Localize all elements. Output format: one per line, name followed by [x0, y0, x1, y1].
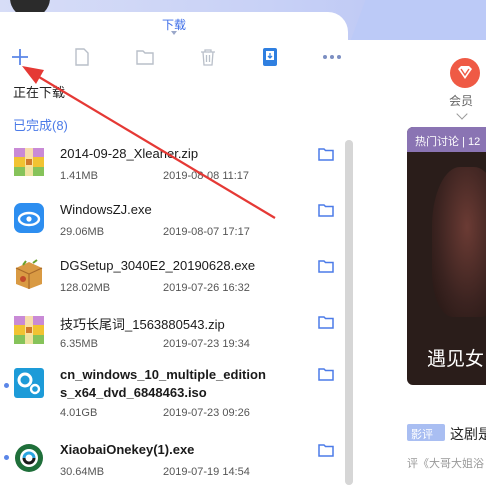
folder-icon	[136, 50, 154, 65]
exe-app-icon	[14, 203, 44, 233]
list-item[interactable]: cn_windows_10_multiple_edition s_x64_dvd…	[0, 361, 340, 425]
list-item[interactable]: 2014-09-28_Xleaner.zip 1.41MB 2019-08-08…	[0, 137, 340, 193]
add-download-button[interactable]	[8, 45, 32, 69]
review-text[interactable]: 这剧是	[450, 424, 486, 444]
section-completed[interactable]: 已完成(8)	[13, 115, 68, 134]
hot-discussion-header: 热门讨论 | 12	[407, 127, 486, 152]
xiaobai-app-icon	[15, 444, 43, 472]
file-name-line1: cn_windows_10_multiple_edition	[60, 367, 266, 382]
list-scrollbar[interactable]	[345, 140, 353, 485]
file-size: 128.02MB	[60, 282, 111, 294]
open-folder-icon[interactable]	[318, 443, 334, 457]
poster-image	[432, 167, 486, 317]
file-date: 2019-07-19 14:54	[163, 466, 250, 478]
open-folder-icon[interactable]	[318, 315, 334, 329]
setup-package-icon	[15, 259, 43, 289]
file-size: 1.41MB	[60, 170, 98, 182]
open-folder-icon[interactable]	[318, 203, 334, 217]
list-item[interactable]: 技巧长尾词_1563880543.zip 6.35MB 2019-07-23 1…	[0, 305, 340, 361]
file-name: XiaobaiOnekey(1).exe	[60, 442, 195, 457]
file-date: 2019-07-23 09:26	[163, 407, 250, 419]
file-date: 2019-07-26 16:32	[163, 282, 250, 294]
file-name: 2014-09-28_Xleaner.zip	[60, 146, 199, 161]
hot-discussion-card[interactable]: 热门讨论 | 12 遇见女	[407, 127, 486, 385]
plus-icon	[12, 49, 28, 65]
file-name-line2: s_x64_dvd_6848463.iso	[60, 385, 207, 400]
file-size: 4.01GB	[60, 407, 98, 419]
archive-icon	[14, 148, 44, 176]
vip-label[interactable]: 会员	[449, 92, 473, 109]
list-item[interactable]: XiaobaiOnekey(1).exe 30.64MB 2019-07-19 …	[0, 433, 340, 485]
file-name: WindowsZJ.exe	[60, 202, 152, 217]
file-size: 6.35MB	[60, 338, 98, 350]
section-downloading[interactable]: 正在下载	[13, 82, 65, 101]
file-icon	[75, 48, 89, 66]
new-item-dot	[4, 455, 9, 460]
review-badge: 影评	[407, 424, 445, 441]
file-name: DGSetup_3040E2_20190628.exe	[60, 258, 256, 273]
open-folder-icon[interactable]	[318, 259, 334, 273]
transfer-to-phone-button[interactable]	[258, 45, 282, 69]
phone-icon	[263, 48, 277, 66]
vip-diamond-icon[interactable]	[450, 58, 480, 88]
open-folder-icon[interactable]	[318, 147, 334, 161]
trash-icon	[201, 49, 215, 66]
file-date: 2019-07-23 19:34	[163, 338, 250, 350]
list-item[interactable]: WindowsZJ.exe 29.06MB 2019-08-07 17:17	[0, 193, 340, 249]
scrollbar-thumb[interactable]	[345, 140, 353, 485]
toolbar	[0, 45, 348, 75]
more-icon	[323, 55, 341, 59]
file-size: 29.06MB	[60, 226, 105, 238]
file-date: 2019-08-08 11:17	[163, 170, 250, 182]
delete-button[interactable]	[196, 45, 220, 69]
card-title: 遇见女	[427, 349, 485, 370]
iso-gear-icon	[14, 368, 44, 398]
more-options-button[interactable]	[320, 45, 344, 69]
archive-icon	[14, 316, 44, 344]
open-folder-button[interactable]	[133, 45, 157, 69]
open-folder-icon[interactable]	[318, 367, 334, 381]
header-decoration	[350, 0, 486, 40]
new-item-dot	[4, 383, 9, 388]
file-date: 2019-08-07 17:17	[163, 226, 250, 238]
file-size: 30.64MB	[60, 466, 105, 478]
new-file-button[interactable]	[70, 45, 94, 69]
file-name: 技巧长尾词_1563880543.zip	[60, 317, 225, 332]
list-item[interactable]: DGSetup_3040E2_20190628.exe 128.02MB 201…	[0, 249, 340, 305]
review-subtext: 评《大哥大姐浴	[407, 458, 484, 470]
tab-chevron-down-icon	[171, 31, 177, 35]
